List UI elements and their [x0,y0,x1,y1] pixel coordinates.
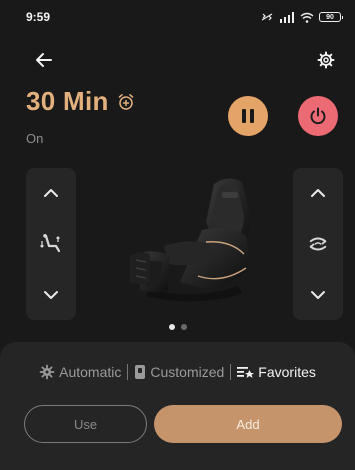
pause-icon-bar-right [250,109,254,123]
backrest-up-button[interactable] [40,182,62,204]
add-button[interactable]: Add [154,405,342,443]
chevron-up-icon [44,189,58,197]
backrest-down-button[interactable] [40,284,62,306]
session-timer: 30 Min [26,86,109,116]
gear-icon [39,364,55,380]
pause-icon-bar-left [242,109,246,123]
tab-separator [127,364,129,380]
chevron-up-icon [311,189,325,197]
rotation-up-button[interactable] [307,182,329,204]
phone-card-icon [135,365,146,379]
cellular-signal-icon [280,11,294,23]
back-button[interactable] [34,50,54,70]
tab-customized[interactable]: Customized [134,364,224,380]
rotation-down-button[interactable] [307,284,329,306]
settings-button[interactable] [316,50,336,70]
rotate-arrows-icon [309,237,327,251]
tab-automatic-label: Automatic [59,364,122,380]
tab-customized-label: Customized [150,364,225,380]
list-star-icon [237,367,255,378]
status-bar: 9:59 90 [0,0,355,34]
arrow-left-icon [36,53,52,67]
recline-mode-indicator [40,233,62,255]
status-time: 9:59 [26,10,51,24]
mute-vibrate-icon [261,13,273,21]
power-status-text: On [26,131,44,146]
use-button[interactable]: Use [24,405,147,443]
gear-icon [317,51,335,69]
alarm-plus-icon[interactable] [117,93,135,111]
tab-separator [230,364,232,380]
tab-favorites[interactable]: Favorites [237,364,316,380]
timer-row: 30 Min [26,86,135,117]
battery-level: 90 [326,13,334,21]
status-icons: 90 [260,11,343,23]
rotation-adjust-panel [293,168,343,320]
carousel-dot-1[interactable] [168,324,175,330]
power-button[interactable] [298,96,338,136]
rotation-mode-indicator [307,233,329,255]
carousel-dot-2[interactable] [180,324,187,330]
chevron-down-icon [311,291,325,299]
wifi-icon [300,12,314,23]
battery-indicator: 90 [319,12,343,22]
massage-chair-image [130,178,251,302]
power-icon [310,107,326,125]
carousel-pagination [0,324,355,330]
pause-button[interactable] [228,96,268,136]
tab-automatic[interactable]: Automatic [39,364,121,380]
mode-tabs: Automatic Customized Favorites [0,364,355,380]
chevron-down-icon [44,291,58,299]
backrest-adjust-panel [26,168,76,320]
recline-adjust-icon [40,234,61,253]
tab-favorites-label: Favorites [258,364,316,380]
